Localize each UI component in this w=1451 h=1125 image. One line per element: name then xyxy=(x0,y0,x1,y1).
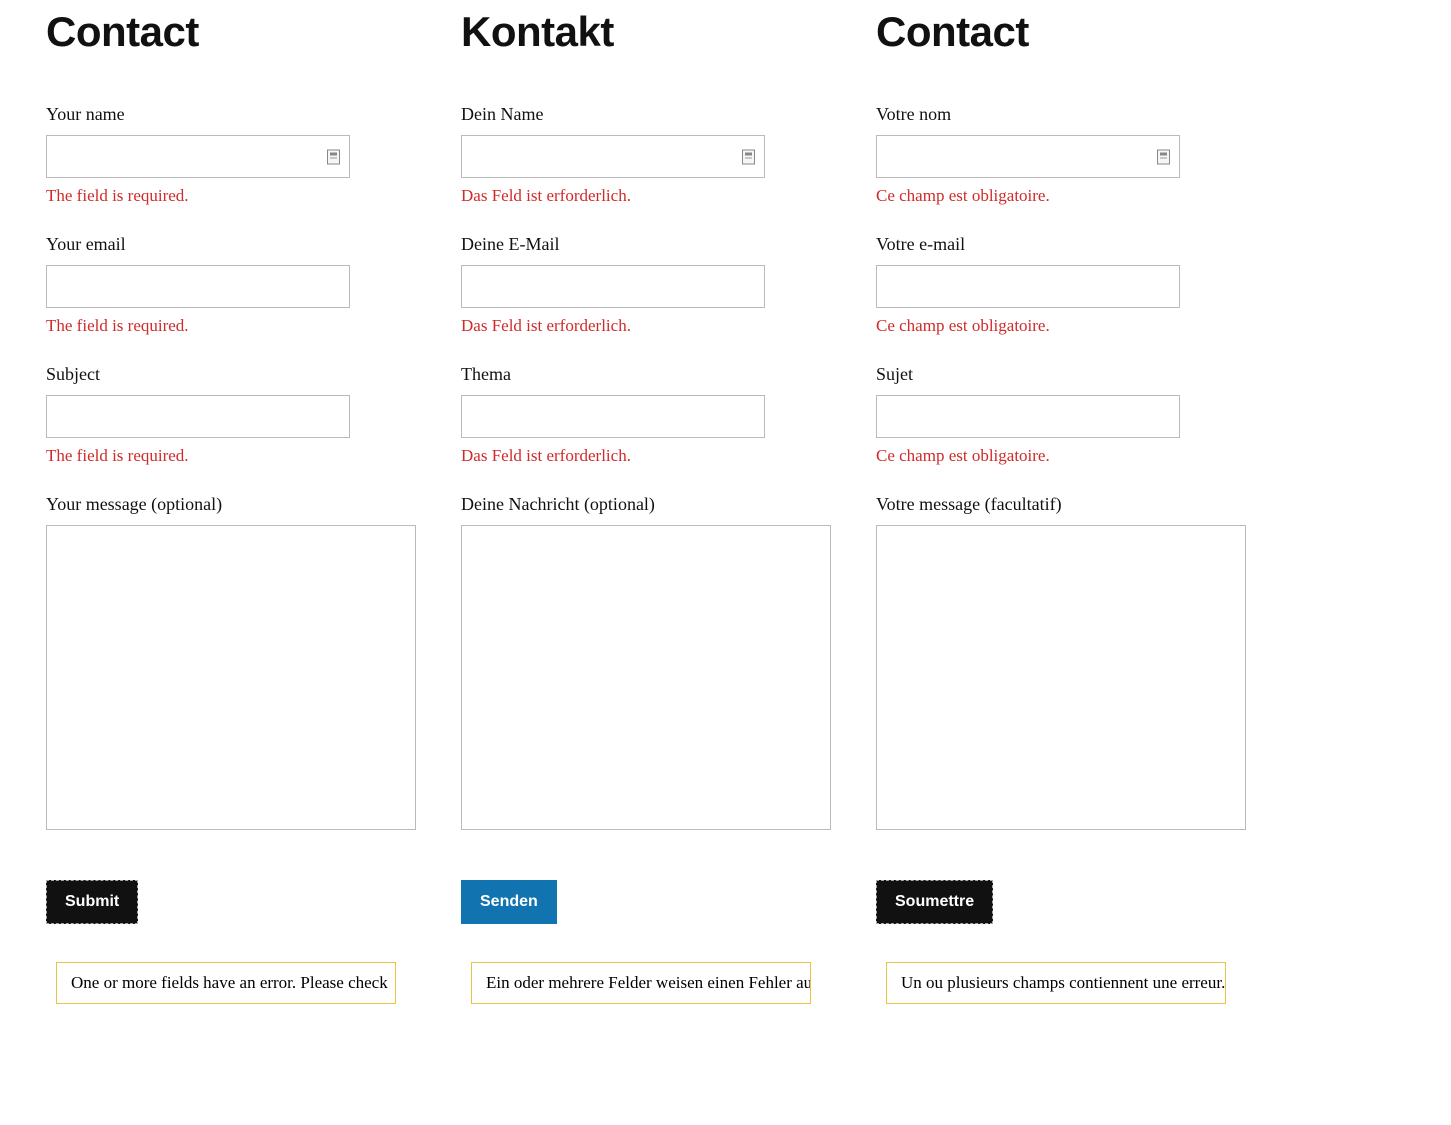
subject-field: Sujet Ce champ est obligatoire. xyxy=(876,364,1271,466)
subject-error: Ce champ est obligatoire. xyxy=(876,446,1271,466)
name-label: Dein Name xyxy=(461,104,856,125)
name-label: Your name xyxy=(46,104,441,125)
email-input[interactable] xyxy=(461,265,765,308)
email-error: The field is required. xyxy=(46,316,441,336)
submit-button[interactable]: Senden xyxy=(461,880,557,924)
email-input[interactable] xyxy=(876,265,1180,308)
submit-button[interactable]: Soumettre xyxy=(876,880,993,924)
email-field: Your email The field is required. xyxy=(46,234,441,336)
name-field: Votre nom Ce champ est obligatoire. xyxy=(876,104,1271,206)
message-field: Votre message (facultatif) xyxy=(876,494,1271,830)
message-input[interactable] xyxy=(461,525,831,830)
page-title: Contact xyxy=(46,8,441,56)
name-error: Ce champ est obligatoire. xyxy=(876,186,1271,206)
contact-form-en: Contact Your name The field is required.… xyxy=(46,8,441,1004)
name-input[interactable] xyxy=(46,135,350,178)
page-title: Contact xyxy=(876,8,1271,56)
email-error: Ce champ est obligatoire. xyxy=(876,316,1271,336)
subject-error: The field is required. xyxy=(46,446,441,466)
email-field: Deine E-Mail Das Feld ist erforderlich. xyxy=(461,234,856,336)
contact-form-de: Kontakt Dein Name Das Feld ist erforderl… xyxy=(461,8,856,1004)
form-error-alert: One or more fields have an error. Please… xyxy=(56,962,396,1004)
subject-error: Das Feld ist erforderlich. xyxy=(461,446,856,466)
email-field: Votre e-mail Ce champ est obligatoire. xyxy=(876,234,1271,336)
name-error: The field is required. xyxy=(46,186,441,206)
subject-label: Thema xyxy=(461,364,856,385)
subject-field: Thema Das Feld ist erforderlich. xyxy=(461,364,856,466)
message-label: Votre message (facultatif) xyxy=(876,494,1271,515)
email-label: Deine E-Mail xyxy=(461,234,856,255)
name-input[interactable] xyxy=(876,135,1180,178)
form-error-alert: Ein oder mehrere Felder weisen einen Feh… xyxy=(471,962,811,1004)
subject-input[interactable] xyxy=(461,395,765,438)
name-error: Das Feld ist erforderlich. xyxy=(461,186,856,206)
subject-field: Subject The field is required. xyxy=(46,364,441,466)
name-input[interactable] xyxy=(461,135,765,178)
subject-input[interactable] xyxy=(876,395,1180,438)
name-label: Votre nom xyxy=(876,104,1271,125)
email-error: Das Feld ist erforderlich. xyxy=(461,316,856,336)
page-title: Kontakt xyxy=(461,8,856,56)
email-input[interactable] xyxy=(46,265,350,308)
contact-form-fr: Contact Votre nom Ce champ est obligatoi… xyxy=(876,8,1271,1004)
subject-label: Subject xyxy=(46,364,441,385)
message-field: Your message (optional) xyxy=(46,494,441,830)
email-label: Votre e-mail xyxy=(876,234,1271,255)
message-input[interactable] xyxy=(46,525,416,830)
message-label: Deine Nachricht (optional) xyxy=(461,494,856,515)
message-input[interactable] xyxy=(876,525,1246,830)
form-error-alert: Un ou plusieurs champs contiennent une e… xyxy=(886,962,1226,1004)
email-label: Your email xyxy=(46,234,441,255)
subject-input[interactable] xyxy=(46,395,350,438)
name-field: Dein Name Das Feld ist erforderlich. xyxy=(461,104,856,206)
submit-button[interactable]: Submit xyxy=(46,880,138,924)
subject-label: Sujet xyxy=(876,364,1271,385)
message-label: Your message (optional) xyxy=(46,494,441,515)
message-field: Deine Nachricht (optional) xyxy=(461,494,856,830)
name-field: Your name The field is required. xyxy=(46,104,441,206)
